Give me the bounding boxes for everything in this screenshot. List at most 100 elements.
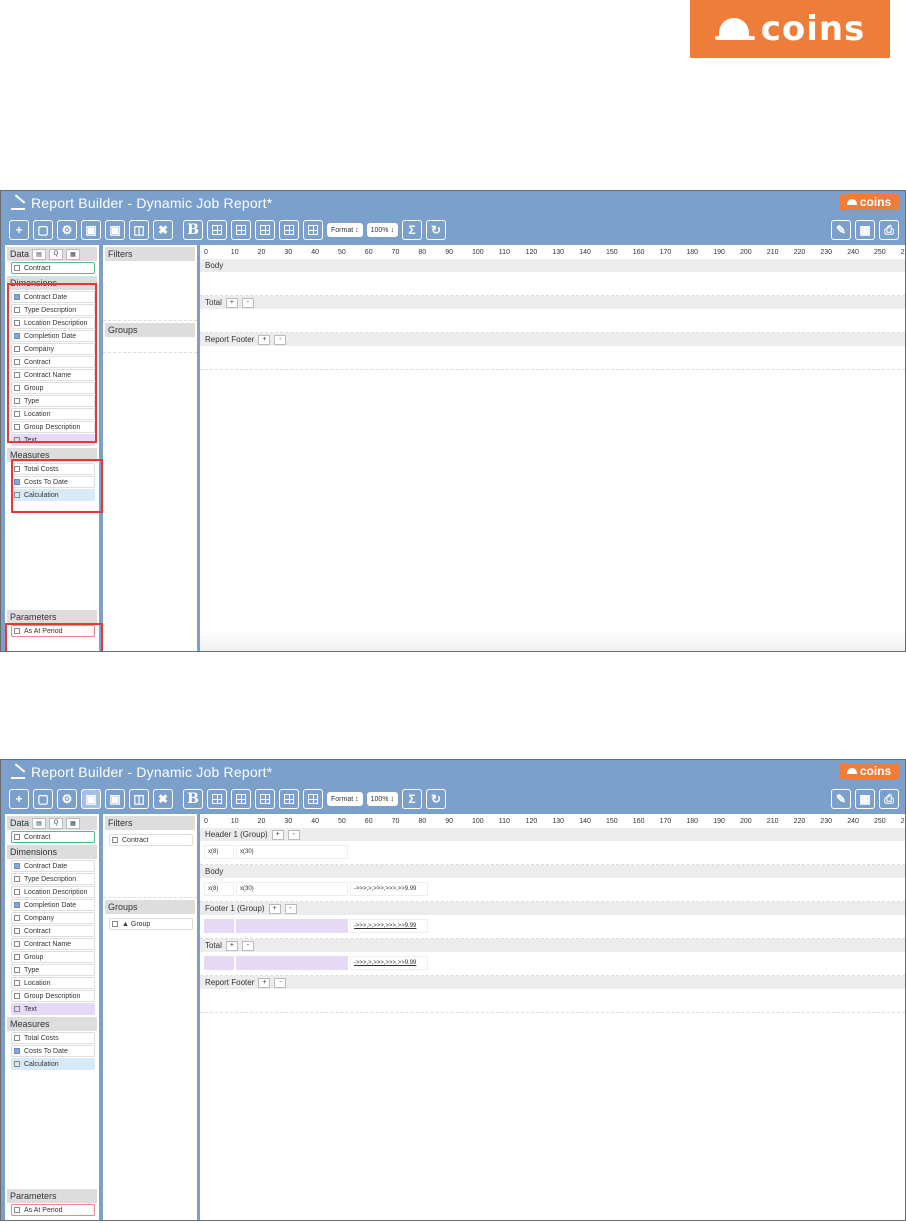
close-button[interactable]: ✖: [153, 220, 173, 240]
report-cell[interactable]: ->>>,>,>>>,>>>,>>9.99: [350, 956, 428, 970]
refresh-button[interactable]: ↻: [425, 220, 446, 240]
remove-band-button[interactable]: -: [274, 334, 287, 345]
new-button[interactable]: +: [9, 220, 29, 240]
dimension-field[interactable]: Contract: [11, 925, 95, 937]
report-cell[interactable]: [236, 919, 348, 933]
remove-band-button[interactable]: -: [284, 903, 297, 914]
add-band-button[interactable]: +: [225, 297, 238, 308]
filter-item[interactable]: Contract: [109, 834, 193, 846]
remove-band-button[interactable]: -: [274, 977, 287, 988]
dimension-field[interactable]: Completion Date: [11, 899, 95, 911]
groups-drop-zone[interactable]: [103, 337, 197, 353]
border-all-button[interactable]: [207, 789, 227, 809]
band-area[interactable]: [200, 309, 905, 333]
dimension-field[interactable]: Location: [11, 977, 95, 989]
save-button[interactable]: ▣: [81, 220, 101, 240]
band-body[interactable]: Body: [200, 259, 905, 272]
band-footer1[interactable]: Footer 1 (Group) + -: [200, 902, 905, 915]
report-cell[interactable]: [204, 919, 234, 933]
parameter-field[interactable]: As At Period: [11, 1204, 95, 1216]
save-as-button[interactable]: ▣: [105, 789, 125, 809]
measure-field[interactable]: Total Costs: [11, 1032, 95, 1044]
save-as-button[interactable]: ▣: [105, 220, 125, 240]
filters-drop-zone[interactable]: [103, 846, 197, 898]
open-folder-button[interactable]: ▢: [33, 220, 53, 240]
dimension-field[interactable]: Type: [11, 964, 95, 976]
border-outer-button[interactable]: [231, 220, 251, 240]
band-report-footer[interactable]: Report Footer + -: [200, 976, 905, 989]
settings-button[interactable]: ⚙: [57, 789, 77, 809]
add-band-button[interactable]: +: [268, 903, 281, 914]
add-band-button[interactable]: +: [225, 940, 238, 951]
border-bottom-button[interactable]: [279, 220, 299, 240]
dimension-field[interactable]: Contract Name: [11, 938, 95, 950]
add-band-button[interactable]: +: [271, 829, 284, 840]
report-cell[interactable]: x(30): [236, 882, 348, 896]
list-view-icon[interactable]: ▤: [32, 817, 47, 829]
band-report-footer[interactable]: Report Footer + -: [200, 333, 905, 346]
remove-band-button[interactable]: -: [287, 829, 300, 840]
format-select[interactable]: Format ↕: [327, 792, 363, 806]
band-area[interactable]: [200, 346, 905, 370]
border-bottom-button[interactable]: [279, 789, 299, 809]
report-cell[interactable]: [204, 956, 234, 970]
close-button[interactable]: ✖: [153, 789, 173, 809]
band-header1[interactable]: Header 1 (Group) + -: [200, 828, 905, 841]
report-cell[interactable]: [236, 956, 348, 970]
zoom-select[interactable]: 100% ↕: [366, 223, 398, 237]
edit-button[interactable]: ✎: [831, 789, 851, 809]
dimension-field[interactable]: Group: [11, 951, 95, 963]
save-button[interactable]: ▣: [81, 789, 101, 809]
print-button[interactable]: ⎙: [879, 789, 899, 809]
refresh-button[interactable]: ↻: [425, 789, 446, 809]
measure-field[interactable]: Costs To Date: [11, 1045, 95, 1057]
zoom-select[interactable]: 100% ↕: [366, 792, 398, 806]
edit-button[interactable]: ✎: [831, 220, 851, 240]
border-all-button[interactable]: [207, 220, 227, 240]
measure-field[interactable]: Calculation: [11, 1058, 95, 1070]
dimension-field[interactable]: Type Description: [11, 873, 95, 885]
search-icon[interactable]: Q: [49, 817, 64, 829]
report-cell[interactable]: x(8): [204, 845, 234, 859]
remove-band-button[interactable]: -: [241, 940, 254, 951]
band-total[interactable]: Total + -: [200, 939, 905, 952]
add-band-button[interactable]: +: [258, 977, 271, 988]
bold-button[interactable]: B: [183, 220, 203, 240]
dimension-field[interactable]: Text: [11, 1003, 95, 1015]
dimension-field[interactable]: Company: [11, 912, 95, 924]
data-source-field[interactable]: Contract: [11, 831, 95, 843]
remove-band-button[interactable]: -: [241, 297, 254, 308]
search-icon[interactable]: Q: [49, 248, 64, 260]
band-area[interactable]: ->>>,>,>>>,>>>,>>9.99: [200, 952, 905, 976]
report-cell[interactable]: ->>>,>,>>>,>>>,>>9.99: [350, 919, 428, 933]
report-cell[interactable]: x(30): [236, 845, 348, 859]
sum-button[interactable]: Σ: [401, 220, 422, 240]
add-band-button[interactable]: +: [258, 334, 271, 345]
filters-drop-zone[interactable]: [103, 261, 197, 321]
new-button[interactable]: +: [9, 789, 29, 809]
border-none-button[interactable]: [303, 220, 323, 240]
dimension-field[interactable]: Contract Date: [11, 860, 95, 872]
print-button[interactable]: ⎙: [879, 220, 899, 240]
dimension-field[interactable]: Location Description: [11, 886, 95, 898]
border-top-button[interactable]: [255, 789, 275, 809]
band-body[interactable]: Body: [200, 865, 905, 878]
bold-button[interactable]: B: [183, 789, 203, 809]
band-area[interactable]: x(8) x(30): [200, 841, 905, 865]
report-cell[interactable]: ->>>,>,>>>,>>>,>>9.99: [350, 882, 428, 896]
settings-button[interactable]: ⚙: [57, 220, 77, 240]
band-area[interactable]: [200, 989, 905, 1013]
format-select[interactable]: Format ↕: [327, 223, 363, 237]
grid-view-icon[interactable]: ▦: [66, 817, 81, 829]
grid-view-icon[interactable]: ▦: [66, 248, 81, 260]
open-folder-button[interactable]: ▢: [33, 789, 53, 809]
band-area[interactable]: [200, 272, 905, 296]
band-area[interactable]: x(8) x(30) ->>>,>,>>>,>>>,>>9.99: [200, 878, 905, 902]
band-total[interactable]: Total + -: [200, 296, 905, 309]
dimension-field[interactable]: Group Description: [11, 990, 95, 1002]
border-top-button[interactable]: [255, 220, 275, 240]
group-item[interactable]: ▲ Group: [109, 918, 193, 930]
band-area[interactable]: ->>>,>,>>>,>>>,>>9.99: [200, 915, 905, 939]
preview-button[interactable]: ▩: [855, 220, 875, 240]
border-none-button[interactable]: [303, 789, 323, 809]
